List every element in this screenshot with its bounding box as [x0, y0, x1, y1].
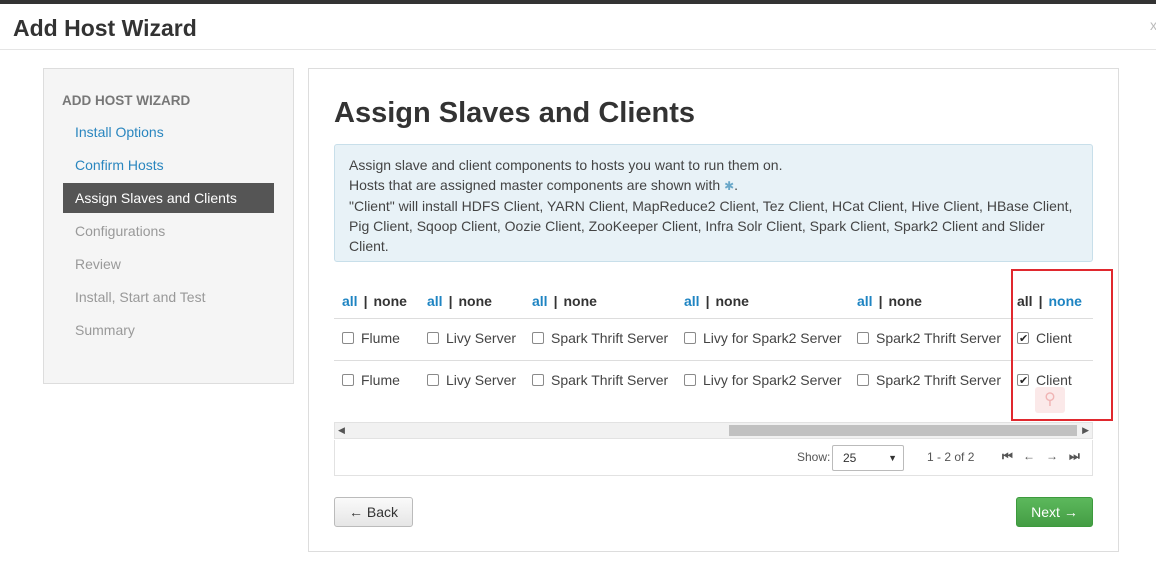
sidebar-item-summary: Summary — [75, 322, 135, 338]
column-header-livy: all | none — [427, 293, 492, 309]
alert-line-2: Hosts that are assigned master component… — [349, 175, 1078, 196]
checkbox-livy-spark2-row1[interactable]: Livy for Spark2 Server — [684, 328, 842, 348]
select-none-link[interactable]: none — [889, 293, 922, 309]
sidebar-item-assign-slaves[interactable]: Assign Slaves and Clients — [63, 183, 274, 213]
alert-line-2-text: Hosts that are assigned master component… — [349, 177, 721, 193]
checkbox[interactable] — [427, 332, 439, 344]
select-all-link[interactable]: all — [532, 293, 548, 309]
next-page-icon[interactable]: → — [1046, 449, 1058, 463]
select-all-link[interactable]: all — [857, 293, 873, 309]
checkbox-spark-thrift-row1[interactable]: Spark Thrift Server — [532, 328, 668, 348]
show-label: Show: — [797, 450, 831, 464]
caret-down-icon: ▼ — [888, 453, 897, 463]
checkbox-flume-row1[interactable]: Flume — [342, 328, 400, 348]
column-header-flume: all | none — [342, 293, 407, 309]
horizontal-scrollbar[interactable]: ◀ ▶ — [334, 422, 1093, 439]
alert-line-1: Assign slave and client components to ho… — [349, 157, 783, 173]
select-all-link[interactable]: all — [427, 293, 443, 309]
select-none-link[interactable]: none — [716, 293, 749, 309]
column-header-spark-thrift: all | none — [532, 293, 597, 309]
master-star-icon: ✱ — [724, 179, 735, 193]
select-none-link[interactable]: none — [374, 293, 407, 309]
checkbox[interactable] — [342, 332, 354, 344]
wizard-sidebar: ADD HOST WIZARD Install Options Confirm … — [43, 68, 294, 384]
checkbox-spark2-thrift-row1[interactable]: Spark2 Thrift Server — [857, 328, 1001, 348]
alert-line-3: "Client" will install HDFS Client, YARN … — [349, 198, 1073, 254]
sidebar-item-review: Review — [75, 256, 121, 272]
column-header-livy-spark2: all | none — [684, 293, 749, 309]
checkbox-spark-thrift-row2[interactable]: Spark Thrift Server — [532, 370, 668, 390]
checkbox[interactable] — [857, 374, 869, 386]
checkbox[interactable] — [532, 374, 544, 386]
alert-line-2-suffix: . — [734, 177, 739, 193]
last-page-icon[interactable]: ⏭ — [1069, 449, 1080, 464]
checkbox-flume-row2[interactable]: Flume — [342, 370, 400, 390]
sidebar-item-install-options[interactable]: Install Options — [63, 117, 274, 147]
row-divider — [334, 360, 1093, 361]
checkbox[interactable] — [684, 374, 696, 386]
scroll-right-arrow-icon[interactable]: ▶ — [1082, 425, 1089, 436]
first-page-icon[interactable]: ⏮ — [1002, 449, 1013, 464]
column-header-spark2-thrift: all | none — [857, 293, 922, 309]
table-pager: Show: 25 ▼ 1 - 2 of 2 ⏮ ← → ⏭ — [334, 440, 1093, 476]
checkbox-spark2-thrift-row2[interactable]: Spark2 Thrift Server — [857, 370, 1001, 390]
checkbox[interactable] — [427, 374, 439, 386]
info-alert: Assign slave and client components to ho… — [334, 144, 1093, 262]
sidebar-heading: ADD HOST WIZARD — [62, 93, 191, 108]
highlight-annotation-box — [1011, 269, 1113, 421]
scrollbar-thumb[interactable] — [729, 425, 1077, 436]
modal-header: Add Host Wizard x — [0, 4, 1156, 50]
row-divider — [334, 318, 1093, 319]
checkbox[interactable] — [532, 332, 544, 344]
modal-title: Add Host Wizard — [13, 15, 197, 41]
select-all-link[interactable]: all — [342, 293, 358, 309]
page-size-select[interactable]: 25 ▼ — [832, 445, 904, 471]
main-content: Assign Slaves and Clients Assign slave a… — [308, 68, 1119, 552]
sidebar-item-install-start-test: Install, Start and Test — [75, 289, 206, 305]
select-none-link[interactable]: none — [459, 293, 492, 309]
checkbox[interactable] — [684, 332, 696, 344]
checkbox[interactable] — [342, 374, 354, 386]
sidebar-item-configurations: Configurations — [75, 223, 166, 239]
select-all-link[interactable]: all — [684, 293, 700, 309]
close-icon[interactable]: x — [1150, 17, 1156, 33]
checkbox[interactable] — [857, 332, 869, 344]
scroll-left-arrow-icon[interactable]: ◀ — [338, 425, 345, 436]
checkbox-livy-row1[interactable]: Livy Server — [427, 328, 516, 348]
page-title: Assign Slaves and Clients — [334, 97, 696, 129]
prev-page-icon[interactable]: ← — [1023, 449, 1035, 463]
back-button[interactable]: ← Back — [334, 497, 413, 527]
select-none-link[interactable]: none — [564, 293, 597, 309]
next-button[interactable]: Next → — [1016, 497, 1093, 527]
page-range-label: 1 - 2 of 2 — [927, 450, 975, 464]
checkbox-livy-spark2-row2[interactable]: Livy for Spark2 Server — [684, 370, 842, 390]
checkbox-livy-row2[interactable]: Livy Server — [427, 370, 516, 390]
sidebar-item-confirm-hosts[interactable]: Confirm Hosts — [63, 150, 274, 180]
